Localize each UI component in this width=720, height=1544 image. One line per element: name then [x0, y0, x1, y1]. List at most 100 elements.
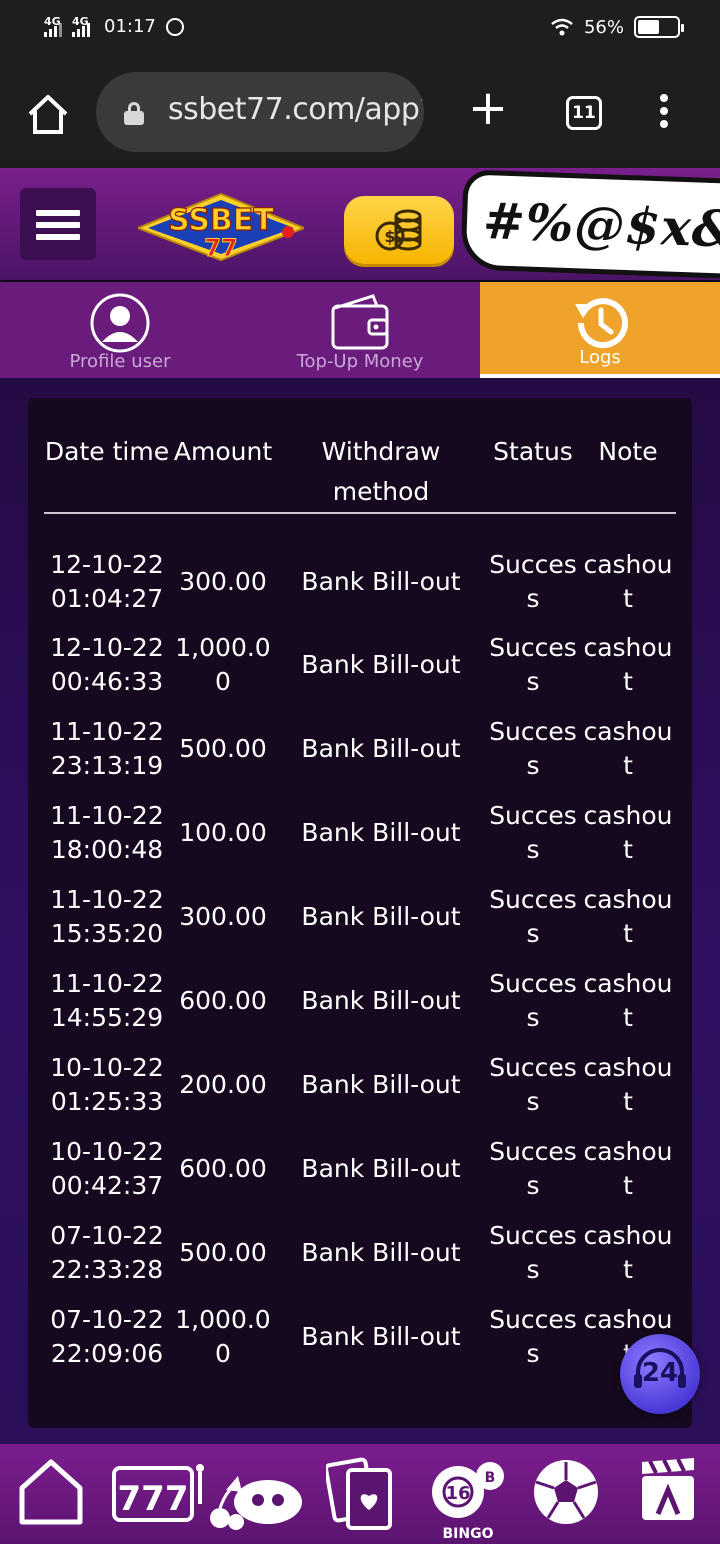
table-row: 07-10-22 22:33:28 500.00 Bank Bill-out Succ…: [44, 1211, 676, 1295]
cell-amount: 300.00: [179, 566, 267, 596]
cell-status: Success: [489, 1053, 577, 1116]
cell-amount: 1,000.00: [175, 1305, 271, 1368]
nav-home[interactable]: [18, 1456, 98, 1536]
fish-game-icon: [210, 1476, 302, 1530]
app-header: SSBET 77 $ #%@$x&: [0, 168, 720, 280]
browser-toolbar: ssbet77.com/app?opt + 11: [0, 58, 720, 168]
table-row: 12-10-22 01:04:27 300.00 Bank Bill-out Succ…: [44, 513, 676, 623]
withdraw-log-table: Date time Amount Withdraw method Status …: [44, 432, 676, 1379]
browser-home-icon[interactable]: [26, 92, 70, 136]
home-icon: [19, 1459, 83, 1525]
tab-top-up-money[interactable]: Top-Up Money: [240, 282, 480, 378]
svg-text:$: $: [384, 227, 395, 246]
tab-label: Logs: [579, 347, 621, 368]
cell-date-time: 07-10-22 22:33:28: [50, 1221, 164, 1284]
tab-profile-user[interactable]: Profile user: [0, 282, 240, 378]
cell-amount: 100.00: [179, 818, 267, 847]
battery-percent: 56%: [583, 16, 624, 38]
history-icon: [575, 298, 628, 349]
url-text: ssbet77.com/app?opt: [168, 92, 424, 127]
nav-slots[interactable]: 777: [112, 1456, 206, 1536]
cell-withdraw-method: Bank Bill-out: [301, 986, 461, 1015]
bingo-ball-letter: B: [485, 1470, 496, 1486]
hamburger-menu-button[interactable]: [20, 188, 96, 260]
cell-date-time: 11-10-22 23:13:19: [50, 717, 164, 780]
cell-date-time: 12-10-22 01:04:27: [50, 549, 164, 613]
nav-cards[interactable]: [326, 1456, 406, 1536]
nav-soccer[interactable]: [530, 1456, 610, 1536]
cards-icon: [326, 1457, 392, 1530]
address-bar[interactable]: ssbet77.com/app?opt: [96, 72, 424, 152]
cell-withdraw-method: Bank Bill-out: [301, 566, 461, 596]
bingo-label: BINGO: [442, 1526, 494, 1542]
slots-777-icon: 777: [112, 1464, 204, 1522]
cell-date-time: 07-10-22 22:09:06: [50, 1305, 164, 1368]
cell-amount: 300.00: [179, 902, 267, 931]
tab-label: Top-Up Money: [296, 351, 424, 372]
table-row: 11-10-22 23:13:19 500.00 Bank Bill-out Succ…: [44, 707, 676, 791]
table-row: 11-10-22 18:00:48 100.00 Bank Bill-out Succ…: [44, 791, 676, 875]
ssbet77-logo[interactable]: SSBET 77: [138, 192, 304, 262]
column-header-amount: Amount: [173, 437, 273, 466]
nav-fish-game[interactable]: [206, 1456, 306, 1536]
status-bar: 4G 4G 01:17 56%: [0, 0, 720, 58]
cell-status: Success: [489, 633, 577, 696]
column-header-date-time: Date time: [44, 437, 170, 466]
main-content: Date time Amount Withdraw method Status …: [0, 378, 720, 1444]
cell-withdraw-method: Bank Bill-out: [301, 1322, 461, 1351]
slots-label: 777: [118, 1479, 189, 1519]
signal-icon: 4G: [72, 15, 90, 37]
cell-withdraw-method: Bank Bill-out: [301, 1238, 461, 1267]
wallet-icon: [331, 294, 389, 350]
cell-withdraw-method: Bank Bill-out: [301, 1070, 461, 1099]
new-tab-button[interactable]: +: [466, 84, 510, 132]
lock-icon: [124, 102, 144, 125]
clock: 01:17: [104, 16, 156, 37]
user-icon: [90, 293, 150, 353]
cell-note: cashout: [583, 969, 673, 1032]
cell-note: cashout: [583, 1137, 673, 1200]
wifi-icon: [551, 18, 573, 36]
table-row: 10-10-22 00:42:37 600.00 Bank Bill-out Succ…: [44, 1127, 676, 1211]
cell-amount: 1,000.00: [175, 633, 271, 696]
soccer-icon: [534, 1460, 598, 1524]
cell-status: Success: [489, 1137, 577, 1200]
cell-note: cashout: [583, 717, 673, 780]
column-header-note: Note: [598, 437, 658, 466]
support-24h-button[interactable]: 24: [620, 1334, 700, 1414]
cell-date-time: 10-10-22 00:42:37: [50, 1137, 164, 1200]
wallet-coins-button[interactable]: $: [344, 196, 454, 264]
support-label: 24: [641, 1358, 679, 1388]
video-clapper-icon: [642, 1458, 694, 1520]
cell-note: cashout: [583, 549, 673, 613]
cell-status: Success: [489, 717, 577, 780]
cell-date-time: 12-10-22 00:46:33: [50, 633, 164, 696]
cell-note: cashout: [583, 801, 673, 864]
nav-video[interactable]: [636, 1456, 716, 1536]
table-row: 10-10-22 01:25:33 200.00 Bank Bill-out Succ…: [44, 1043, 676, 1127]
tab-logs[interactable]: Logs: [480, 282, 720, 378]
cell-amount: 600.00: [179, 986, 267, 1015]
column-header-status: Status: [493, 437, 573, 466]
censor-sticker: #%@$x&: [460, 169, 720, 279]
column-header-withdraw-method: Withdraw method: [321, 437, 441, 506]
bingo-icon: 16 B: [432, 1462, 504, 1518]
tab-switcher-button[interactable]: 11: [566, 96, 602, 130]
cell-withdraw-method: Bank Bill-out: [301, 1154, 461, 1183]
cell-status: Success: [489, 549, 577, 613]
nav-bingo[interactable]: 16 B BINGO: [428, 1456, 508, 1542]
cell-amount: 600.00: [179, 1154, 267, 1183]
cell-note: cashout: [583, 1053, 673, 1116]
signal-icon: 4G: [44, 15, 62, 37]
coins-icon: $: [375, 209, 422, 251]
cell-withdraw-method: Bank Bill-out: [301, 902, 461, 931]
cell-note: cashout: [583, 1221, 673, 1284]
browser-menu-icon[interactable]: [654, 94, 674, 134]
bingo-ball-number: 16: [445, 1483, 470, 1504]
cell-note: cashout: [583, 885, 673, 948]
cell-status: Success: [489, 1221, 577, 1284]
account-tabs: Profile user Top-Up Money Logs: [0, 282, 720, 378]
svg-text:77: 77: [204, 234, 237, 262]
cell-amount: 500.00: [179, 734, 267, 763]
cell-status: Success: [489, 969, 577, 1032]
